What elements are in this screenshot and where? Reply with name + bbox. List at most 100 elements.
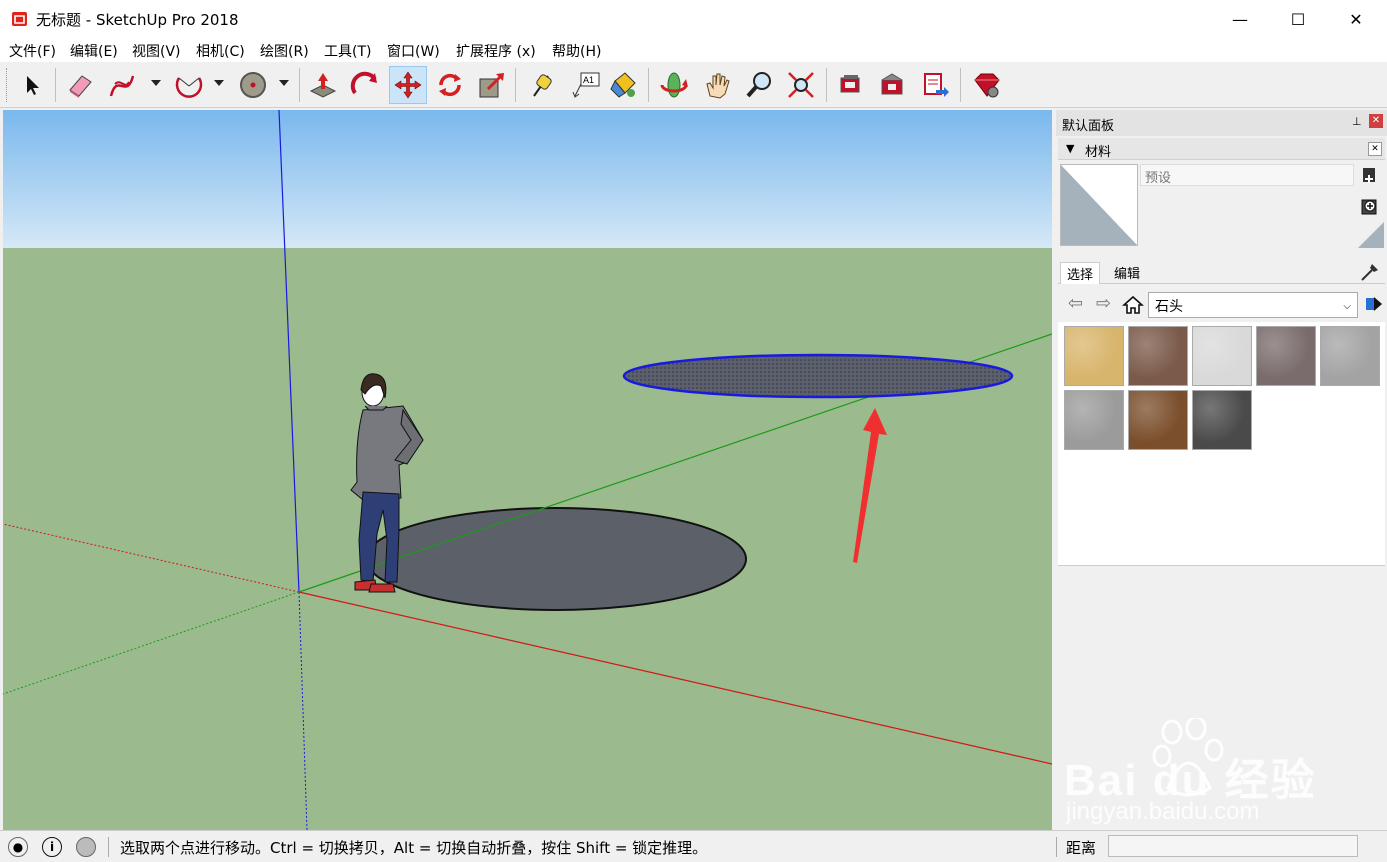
- menu-file[interactable]: 文件(F): [9, 41, 56, 61]
- swatch-sandstone[interactable]: [1064, 326, 1124, 386]
- large-toolset: A1: [0, 62, 1387, 108]
- swatch-white-marble[interactable]: [1192, 326, 1252, 386]
- freehand-dropdown-icon[interactable]: [151, 80, 161, 86]
- section-close-button[interactable]: ✕: [1368, 142, 1382, 156]
- zoom-tool-button[interactable]: [740, 66, 778, 104]
- rotate-icon: [439, 73, 461, 97]
- swatch-dark-stone[interactable]: [1192, 390, 1252, 450]
- push-pull-icon: [309, 73, 337, 98]
- materials-section-header[interactable]: ▼ 材料 ✕: [1058, 138, 1385, 160]
- toolbar-grip[interactable]: [6, 68, 9, 102]
- status-message: 选取两个点进行移动。Ctrl = 切换拷贝，Alt = 切换自动折叠，按住 Sh…: [120, 839, 708, 857]
- swatch-brown-stone[interactable]: [1128, 390, 1188, 450]
- select-arrow-icon: [27, 76, 39, 95]
- paint-bucket-tool-button[interactable]: [604, 66, 642, 104]
- extension-warehouse-button[interactable]: [873, 66, 911, 104]
- move-tool-button[interactable]: [389, 66, 427, 104]
- toolbar-separator: [299, 68, 300, 102]
- pin-icon[interactable]: ⊥: [1352, 115, 1362, 128]
- sketchup-logo-icon: [12, 12, 27, 26]
- menu-tools[interactable]: 工具(T): [324, 41, 371, 61]
- shapes-tool-button[interactable]: [234, 66, 272, 104]
- measurements-input[interactable]: [1108, 835, 1358, 857]
- magnifier-icon: [746, 72, 771, 98]
- tab-edit[interactable]: 编辑: [1108, 262, 1146, 284]
- shapes-dropdown-icon[interactable]: [279, 80, 289, 86]
- toolbar-separator: [648, 68, 649, 102]
- zoom-extents-tool-button[interactable]: [782, 66, 820, 104]
- menu-view[interactable]: 视图(V): [132, 41, 181, 61]
- tray-title: 默认面板: [1062, 119, 1115, 134]
- tape-measure-tool-button[interactable]: [522, 66, 560, 104]
- zoom-extents-icon: [788, 72, 814, 98]
- menu-help[interactable]: 帮助(H): [552, 41, 601, 61]
- text-label-icon: A1: [572, 72, 600, 98]
- tab-select[interactable]: 选择: [1060, 262, 1101, 284]
- freehand-tool-button[interactable]: [104, 66, 142, 104]
- scale-icon: [479, 73, 504, 98]
- swatch-light-granite[interactable]: [1320, 326, 1380, 386]
- back-arrow-icon[interactable]: ⇦: [1068, 293, 1083, 314]
- follow-me-icon: [350, 71, 377, 95]
- selected-circle-face[interactable]: [622, 353, 1014, 399]
- pan-tool-button[interactable]: [698, 66, 736, 104]
- rotate-tool-button[interactable]: [431, 66, 469, 104]
- home-icon[interactable]: [1122, 294, 1144, 316]
- swatch-grey-concrete[interactable]: [1064, 390, 1124, 450]
- watermark-url: jingyan.baidu.com: [1066, 798, 1260, 825]
- circle-face[interactable]: [365, 507, 747, 611]
- status-bar: ● i 选取两个点进行移动。Ctrl = 切换拷贝，Alt = 切换自动折叠，按…: [0, 830, 1387, 862]
- orbit-tool-button[interactable]: [655, 66, 693, 104]
- eyedropper-icon: [1361, 264, 1378, 281]
- geo-location-icon[interactable]: ●: [8, 837, 28, 857]
- maximize-icon: ☐: [1290, 9, 1306, 29]
- material-name-field[interactable]: 预设: [1140, 164, 1354, 186]
- extension-manager-button[interactable]: [967, 66, 1005, 104]
- tray-close-button[interactable]: ✕: [1369, 114, 1383, 128]
- materials-section-title: 材料: [1085, 145, 1112, 160]
- minimize-button[interactable]: —: [1211, 0, 1269, 38]
- credits-info-icon[interactable]: i: [42, 837, 62, 857]
- user-account-icon[interactable]: [76, 837, 96, 857]
- menu-draw[interactable]: 绘图(R): [260, 41, 309, 61]
- scene-canvas[interactable]: [3, 110, 1052, 830]
- select-tool-button[interactable]: [14, 66, 52, 104]
- import-material-button[interactable]: [1358, 194, 1382, 218]
- move-arrows-icon: [394, 71, 422, 99]
- send-to-layout-button[interactable]: [916, 66, 954, 104]
- hand-pan-icon: [706, 73, 730, 99]
- create-material-button[interactable]: [1360, 166, 1380, 186]
- eyedropper-button[interactable]: [1358, 260, 1382, 284]
- sample-preview-icon: [1358, 222, 1384, 248]
- arc-tool-button[interactable]: [170, 66, 208, 104]
- modeling-viewport[interactable]: [3, 110, 1052, 830]
- status-separator: [1056, 837, 1057, 857]
- maximize-button[interactable]: ☐: [1269, 0, 1327, 38]
- text-tool-button[interactable]: A1: [566, 66, 604, 104]
- library-select[interactable]: 石头 ⌵: [1148, 292, 1358, 318]
- menu-window[interactable]: 窗口(W): [387, 41, 440, 61]
- eraser-tool-button[interactable]: [61, 66, 99, 104]
- 3d-warehouse-button[interactable]: [831, 66, 869, 104]
- follow-me-tool-button[interactable]: [346, 66, 384, 104]
- close-window-button[interactable]: ✕: [1327, 0, 1385, 38]
- menu-edit[interactable]: 编辑(E): [70, 41, 118, 61]
- minimize-icon: —: [1232, 9, 1248, 29]
- toolbar-separator: [960, 68, 961, 102]
- arc-dropdown-icon[interactable]: [214, 80, 224, 86]
- details-arrow-icon[interactable]: [1364, 294, 1384, 314]
- collapse-triangle-icon[interactable]: ▼: [1066, 142, 1074, 155]
- material-swatch-grid: [1058, 322, 1385, 566]
- swatch-brown-granite[interactable]: [1128, 326, 1188, 386]
- chevron-down-icon: ⌵: [1343, 301, 1351, 312]
- push-pull-tool-button[interactable]: [304, 66, 342, 104]
- scale-tool-button[interactable]: [473, 66, 511, 104]
- menu-extensions[interactable]: 扩展程序 (x): [456, 41, 536, 61]
- swatch-grey-granite[interactable]: [1256, 326, 1316, 386]
- svg-text:A1: A1: [583, 75, 594, 85]
- materials-tabs: 选择 编辑: [1058, 260, 1385, 284]
- forward-arrow-icon[interactable]: ⇨: [1096, 293, 1111, 314]
- paint-bucket-icon: [610, 72, 636, 98]
- menu-camera[interactable]: 相机(C): [196, 41, 245, 61]
- toolbar-separator: [55, 68, 56, 102]
